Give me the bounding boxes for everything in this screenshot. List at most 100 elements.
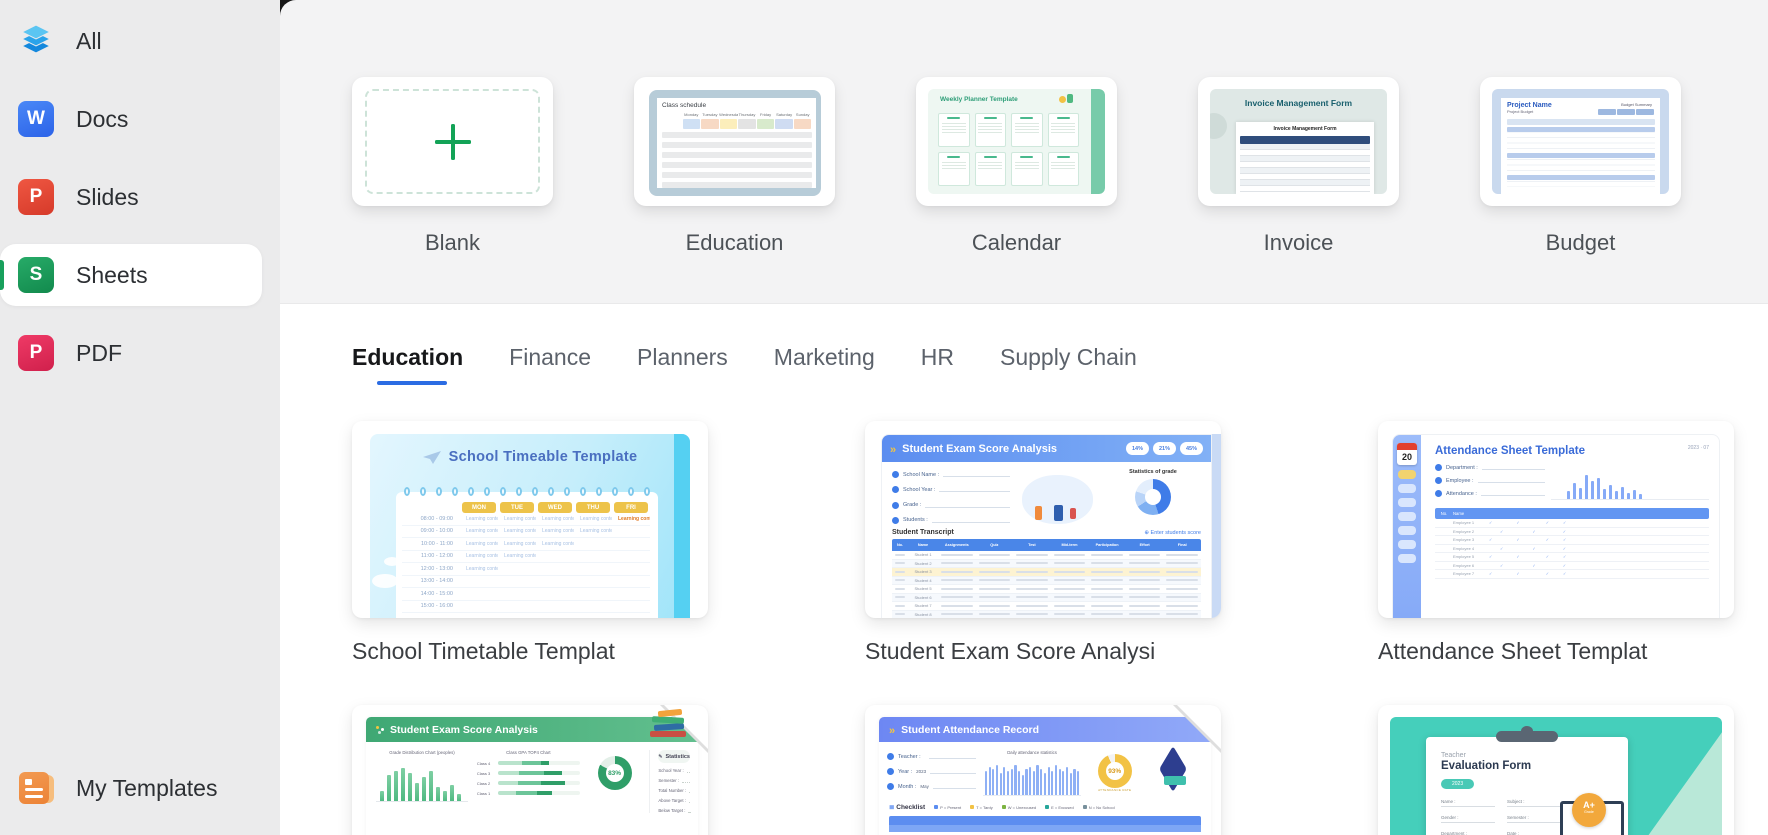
template-row-2: Student Exam Score Analysis Grade Distri… (352, 705, 1768, 835)
grade-badge: A+ Grade (1572, 793, 1606, 827)
legend-item: W = Unexcused (1001, 805, 1036, 810)
calendar-thumbnail: Weekly Planner Template (916, 77, 1117, 206)
sidebar-item-sheets[interactable]: S Sheets (0, 244, 262, 306)
sidebar-item-slides[interactable]: P Slides (0, 166, 262, 228)
education-thumbnail: Class schedule MondayTuesday WednesdayTh… (634, 77, 835, 206)
checklist-table-header (889, 816, 1201, 825)
cloud-shape (372, 574, 398, 588)
template-card-teacher-evaluation[interactable]: Teacher Evaluation Form 2023 Name : Gend… (1378, 705, 1734, 835)
thumb-title: Invoice Management Form (1244, 98, 1353, 108)
quick-card-budget[interactable]: Project Name Project Budget Budget Summa… (1480, 77, 1681, 256)
edge-strip (674, 434, 690, 618)
thumb-title-top: Teacher (1441, 752, 1466, 759)
legend-item: E = Excused (1045, 805, 1074, 810)
thumb-title: Student Exam Score Analysis (902, 442, 1057, 455)
paper-plane-icon (422, 450, 441, 464)
template-card-school-timetable[interactable]: School Timeable Template MONTUE WEDTHU (352, 421, 708, 665)
thumb-title: School Timeable Template (448, 449, 638, 465)
quick-card-invoice[interactable]: Invoice Management Form Invoice Manageme… (1198, 77, 1399, 256)
info-fields: School Name : School Year : Grade : Stud… (892, 469, 1010, 526)
tab-supply-chain[interactable]: Supply Chain (1000, 344, 1137, 371)
statistics-panel: Statistics School Year : Semester : Tota… (649, 750, 690, 813)
table-header: No. Name (1435, 508, 1709, 519)
class-gpa-chart: Class GPA TOP4 Chart Class 4 Class 3 Cla… (477, 750, 580, 813)
sidebar-item-label: Docs (76, 105, 129, 132)
calendar-icon: 20 (1397, 443, 1417, 465)
invoice-thumbnail: Invoice Management Form Invoice Manageme… (1198, 77, 1399, 206)
thumb-title: Student Exam Score Analysis (390, 723, 538, 736)
monitor-illustration: A+ Grade (1554, 793, 1632, 835)
template-row-1: School Timeable Template MONTUE WEDTHU (352, 421, 1768, 665)
legend-item: N = No School (1082, 805, 1115, 810)
thumb-title: Student Attendance Record (901, 723, 1039, 736)
template-card-exam-score-green[interactable]: Student Exam Score Analysis Grade Distri… (352, 705, 708, 835)
sidebar-item-label: PDF (76, 339, 122, 366)
stat-badges: 14% 21% 45% (1125, 442, 1203, 455)
grade-distribution-chart: Grade Distribution Chart (peoples) (376, 750, 468, 813)
edge-strip (1212, 434, 1221, 618)
thumb-title: Evaluation Form (1441, 760, 1532, 772)
sidebar-item-docs[interactable]: W Docs (0, 88, 262, 150)
graduation-cap-illustration (1148, 746, 1203, 796)
students-illustration (1018, 469, 1097, 526)
tab-planners[interactable]: Planners (637, 344, 728, 371)
template-name: Attendance Sheet Templat (1378, 638, 1648, 664)
date-label: 2023 · 07 (1687, 445, 1709, 451)
template-thumbnail: Student Exam Score Analysis Grade Distri… (352, 705, 708, 835)
daily-attendance-chart: Daily attendance statistics (982, 750, 1082, 796)
sidebar-item-all[interactable]: All (0, 10, 262, 72)
chevrons-icon (890, 440, 896, 458)
quick-card-calendar[interactable]: Weekly Planner Template Calendar (916, 77, 1117, 256)
chevrons-icon (889, 721, 895, 739)
evaluation-paper: Teacher Evaluation Form 2023 Name : Gend… (1426, 731, 1628, 835)
attendance-bar-chart (1551, 464, 1709, 500)
thumb-title: Attendance Sheet Template (1435, 445, 1585, 457)
active-indicator (0, 260, 4, 290)
category-tabs: Education Finance Planners Marketing HR … (352, 344, 1768, 385)
scatter-icon (376, 725, 384, 734)
blank-thumbnail (352, 77, 553, 206)
template-thumbnail: School Timeable Template MONTUE WEDTHU (352, 421, 708, 618)
thumb-title: Class schedule (662, 102, 707, 109)
budget-thumbnail: Project Name Project Budget Budget Summa… (1480, 77, 1681, 206)
sidebar-item-my-templates[interactable]: My Templates (0, 757, 262, 819)
sidebar-item-label: My Templates (76, 774, 218, 801)
legend-item: P = Present (934, 805, 961, 810)
template-gallery: Education Finance Planners Marketing HR … (280, 344, 1768, 835)
timetable-sheet: MON TUE WED THU FRI 08:00 - 09:00 Learning… (396, 487, 658, 618)
quick-card-label: Calendar (971, 230, 1062, 255)
my-templates-icon (18, 770, 54, 806)
sidebar-item-label: Slides (76, 183, 139, 210)
template-card-attendance-record[interactable]: Student Attendance Record Teacher : Year… (865, 705, 1221, 835)
mini-table-header (1507, 119, 1655, 125)
template-name: Student Exam Score Analysi (865, 638, 1156, 664)
all-layers-icon (18, 23, 54, 59)
template-name: School Timetable Templat (352, 638, 615, 664)
transcript-table: No. Name Assignments Quiz Test Mid-term Par… (892, 539, 1201, 618)
quick-card-education[interactable]: Class schedule MondayTuesday WednesdayTh… (634, 77, 835, 256)
sidebar-item-label: All (76, 27, 102, 54)
quick-card-label: Blank (424, 230, 481, 255)
quick-card-label: Education (685, 230, 784, 255)
quick-card-label: Budget (1545, 230, 1616, 255)
quick-card-blank[interactable]: Blank (352, 77, 553, 256)
tab-finance[interactable]: Finance (509, 344, 591, 371)
enter-score-link: Enter students score (1144, 530, 1201, 536)
sidebar-item-pdf[interactable]: P PDF (0, 322, 262, 384)
tab-hr[interactable]: HR (921, 344, 954, 371)
template-card-exam-score[interactable]: Student Exam Score Analysis 14% 21% 45% … (865, 421, 1221, 665)
mini-table-rows (1507, 127, 1655, 187)
tab-marketing[interactable]: Marketing (774, 344, 875, 371)
sheets-icon: S (18, 257, 54, 293)
year-badge: 2023 (1441, 779, 1475, 789)
section-title: Student Transcript (892, 529, 954, 536)
books-illustration (646, 708, 690, 743)
checklist-label: Checklist (889, 803, 925, 811)
tab-education[interactable]: Education (352, 344, 463, 385)
plus-icon (434, 123, 471, 160)
summary-label: Budget Summary (1621, 102, 1652, 107)
template-thumbnail: Student Exam Score Analysis 14% 21% 45% … (865, 421, 1221, 618)
page-notch (1210, 113, 1227, 139)
template-card-attendance-sheet[interactable]: 20 Attendance Sheet Template 2023 · 07 D… (1378, 421, 1734, 665)
planner-edge-bar (1091, 89, 1105, 194)
